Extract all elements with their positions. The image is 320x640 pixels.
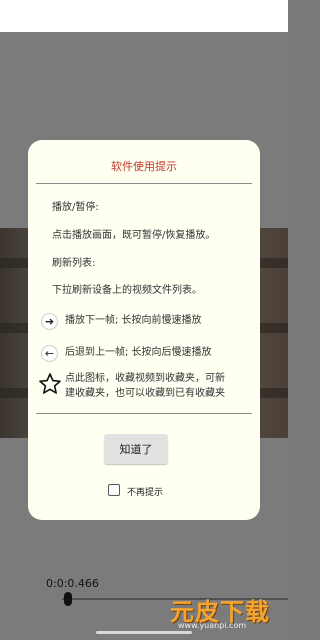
prev-frame-text: 后退到上一帧; 长按向后慢速播放 [65, 347, 212, 358]
section-refresh-heading: 刷新列表: [52, 258, 96, 269]
ok-button[interactable]: 知道了 [104, 434, 168, 464]
title-divider [36, 183, 252, 184]
usage-tips-dialog: 软件使用提示 播放/暂停: 点击播放画面，既可暂停/恢复播放。 刷新列表: 下拉… [28, 140, 260, 520]
dont-show-again-checkbox[interactable] [108, 484, 120, 496]
arrow-left-icon: ← [41, 345, 58, 362]
favorite-text-line2: 建收藏夹，也可以收藏到已有收藏夹 [65, 388, 225, 399]
watermark-url: www.yuanpi.com [178, 621, 247, 630]
arrow-right-icon: ➜ [41, 313, 58, 330]
content-divider [36, 413, 252, 414]
star-icon [39, 373, 61, 394]
dialog-title: 软件使用提示 [111, 160, 177, 173]
next-frame-text: 播放下一帧; 长按向前慢速播放 [65, 315, 202, 326]
status-bar [0, 0, 288, 32]
section-refresh-text: 下拉刷新设备上的视频文件列表。 [52, 285, 202, 296]
favorite-text-line1: 点此图标，收藏视频到收藏夹，可新 [65, 373, 225, 384]
section-play-pause-heading: 播放/暂停: [52, 202, 99, 213]
dont-show-again-label[interactable]: 不再提示 [127, 485, 163, 498]
playback-timecode: 0:0:0.466 [46, 577, 99, 590]
section-play-pause-text: 点击播放画面，既可暂停/恢复播放。 [52, 230, 216, 241]
watermark-logo: 元皮下载 www.yuanpi.com [170, 592, 280, 634]
seek-thumb[interactable] [64, 592, 72, 606]
